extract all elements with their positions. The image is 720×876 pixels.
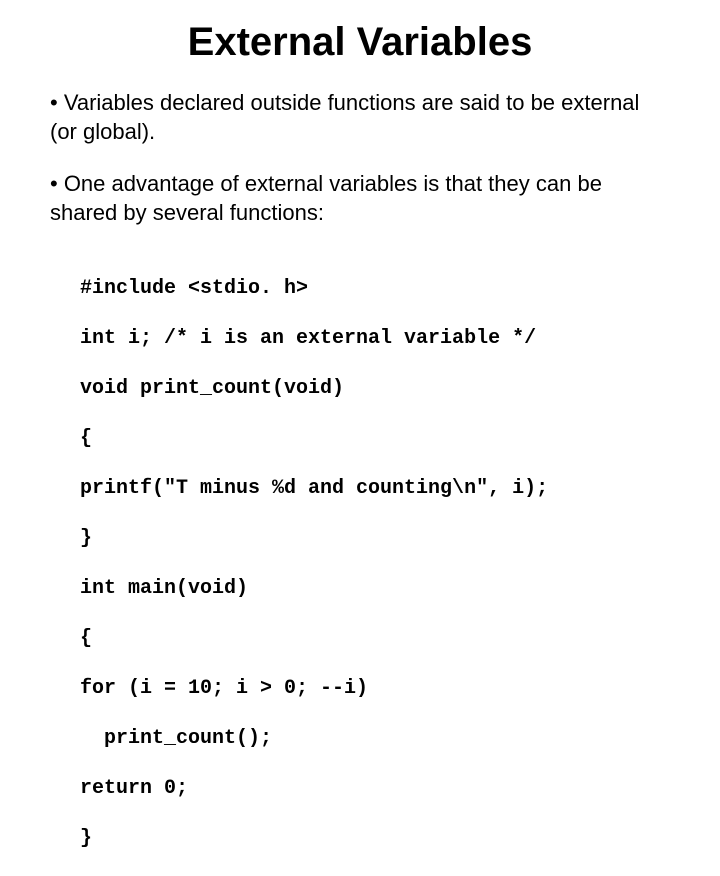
- code-line: }: [80, 526, 670, 551]
- code-line: #include <stdio. h>: [80, 276, 670, 301]
- code-line: print_count();: [80, 726, 670, 751]
- bullet-1: • Variables declared outside functions a…: [50, 89, 670, 146]
- code-line: int i; /* i is an external variable */: [80, 326, 670, 351]
- code-block: #include <stdio. h> int i; /* i is an ex…: [80, 251, 670, 876]
- code-line: {: [80, 626, 670, 651]
- code-line: int main(void): [80, 576, 670, 601]
- code-line: {: [80, 426, 670, 451]
- code-line: printf("T minus %d and counting\n", i);: [80, 476, 670, 501]
- bullet-2: • One advantage of external variables is…: [50, 170, 670, 227]
- code-line: for (i = 10; i > 0; --i): [80, 676, 670, 701]
- slide-title: External Variables: [50, 20, 670, 65]
- code-line: }: [80, 826, 670, 851]
- code-line: return 0;: [80, 776, 670, 801]
- code-line: void print_count(void): [80, 376, 670, 401]
